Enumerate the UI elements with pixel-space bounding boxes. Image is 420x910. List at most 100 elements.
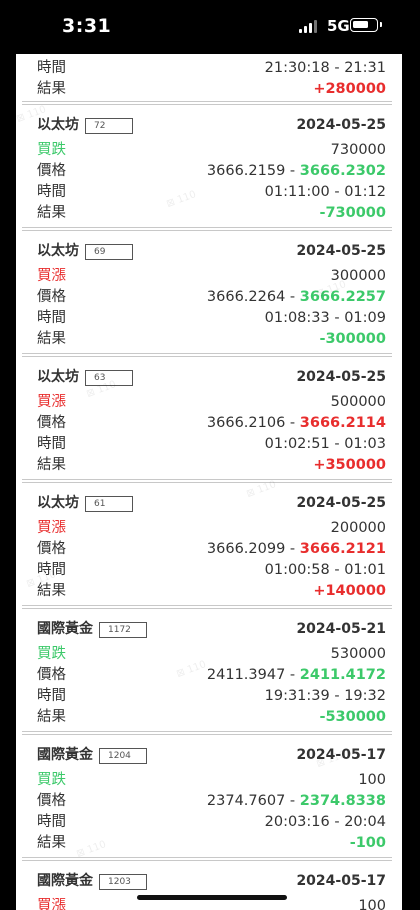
price-value: 3666.2159 - 3666.2302 — [206, 163, 386, 179]
time-value: 01:11:00 - 01:12 — [264, 184, 386, 200]
amount-value: 300000 — [330, 268, 386, 284]
result-label: 結果 — [37, 457, 66, 473]
status-bar: 3:31 5G — [0, 0, 420, 54]
trade-date: 2024-05-17 — [296, 747, 386, 763]
direction-row: 買跌 100 — [37, 770, 386, 790]
result-label: 結果 — [37, 835, 66, 851]
time-row: 時間 20:03:16 - 20:04 — [37, 812, 386, 832]
trade-id-badge: 61 — [85, 496, 133, 512]
result-value: -730000 — [319, 205, 386, 221]
direction-row: 買漲 500000 — [37, 392, 386, 412]
asset-name: 以太坊 — [37, 243, 79, 259]
time-row: 時間 21:30:18 - 21:31 — [37, 58, 386, 78]
direction-label: 買跌 — [37, 772, 66, 788]
trade-header: 以太坊 72 2024-05-25 — [37, 115, 386, 135]
result-row: 結果 +350000 — [37, 455, 386, 475]
network-label: 5G — [327, 17, 350, 35]
trade-card[interactable]: 國際黃金 1204 2024-05-17 買跌 100 價格 2374.7607… — [16, 737, 402, 863]
trade-id-badge: 63 — [85, 370, 133, 386]
price-row: 價格 3666.2099 - 3666.2121 — [37, 539, 386, 559]
price-open: 3666.2106 — [206, 415, 286, 431]
time-row: 時間 01:11:00 - 01:12 — [37, 182, 386, 202]
result-value: +350000 — [313, 457, 386, 473]
asset-name: 國際黃金 — [37, 621, 93, 637]
time-row: 時間 01:08:33 - 01:09 — [37, 308, 386, 328]
signal-icon — [299, 20, 319, 33]
trade-card-partial-top: 時間 21:30:18 - 21:31 結果 +280000 — [16, 54, 402, 106]
trade-header: 國際黃金 1172 2024-05-21 — [37, 619, 386, 639]
time-row: 時間 19:31:39 - 19:32 — [37, 686, 386, 706]
divider — [22, 227, 392, 231]
result-label: 結果 — [37, 709, 66, 725]
divider — [22, 479, 392, 483]
trade-card[interactable]: 國際黃金 1203 2024-05-17 買漲 100 — [16, 863, 402, 910]
direction-label: 買漲 — [37, 268, 66, 284]
battery-icon — [350, 18, 382, 32]
direction-row: 買跌 730000 — [37, 140, 386, 160]
trade-id-badge: 1172 — [99, 622, 147, 638]
trade-card[interactable]: 以太坊 61 2024-05-25 買漲 200000 價格 3666.2099… — [16, 485, 402, 611]
direction-row: 買漲 200000 — [37, 518, 386, 538]
time-label: 時間 — [37, 562, 66, 578]
price-row: 價格 2411.3947 - 2411.4172 — [37, 665, 386, 685]
price-open: 3666.2159 — [206, 163, 286, 179]
result-row: 結果 -530000 — [37, 707, 386, 727]
direction-label: 買漲 — [37, 898, 66, 910]
time-value: 01:00:58 - 01:01 — [264, 562, 386, 578]
price-value: 3666.2264 - 3666.2257 — [206, 289, 386, 305]
time-value: 20:03:16 - 20:04 — [264, 814, 386, 830]
direction-row: 買漲 300000 — [37, 266, 386, 286]
result-label: 結果 — [37, 583, 66, 599]
direction-label: 買漲 — [37, 394, 66, 410]
result-row: 結果 +280000 — [37, 79, 386, 99]
price-open: 3666.2099 — [206, 541, 286, 557]
trade-id-badge: 69 — [85, 244, 133, 260]
price-label: 價格 — [37, 163, 66, 179]
time-label: 時間 — [37, 60, 66, 76]
result-value: -530000 — [319, 709, 386, 725]
trade-header: 國際黃金 1204 2024-05-17 — [37, 745, 386, 765]
price-row: 價格 3666.2264 - 3666.2257 — [37, 287, 386, 307]
asset-name: 國際黃金 — [37, 873, 93, 889]
trade-date: 2024-05-25 — [296, 117, 386, 133]
status-time: 3:31 — [62, 15, 112, 37]
trade-date: 2024-05-25 — [296, 243, 386, 259]
result-value: -100 — [349, 835, 386, 851]
divider — [22, 605, 392, 609]
time-label: 時間 — [37, 184, 66, 200]
price-label: 價格 — [37, 793, 66, 809]
trade-card[interactable]: 國際黃金 1172 2024-05-21 買跌 530000 價格 2411.3… — [16, 611, 402, 737]
price-close: 2374.8338 — [299, 793, 386, 809]
trade-card[interactable]: 以太坊 63 2024-05-25 買漲 500000 價格 3666.2106… — [16, 359, 402, 485]
trade-header: 以太坊 63 2024-05-25 — [37, 367, 386, 387]
price-value: 2374.7607 - 2374.8338 — [206, 793, 386, 809]
price-close: 2411.4172 — [299, 667, 386, 683]
time-label: 時間 — [37, 310, 66, 326]
asset-name: 國際黃金 — [37, 747, 93, 763]
price-label: 價格 — [37, 289, 66, 305]
result-value: +140000 — [313, 583, 386, 599]
trade-card[interactable]: 以太坊 69 2024-05-25 買漲 300000 價格 3666.2264… — [16, 233, 402, 359]
amount-value: 100 — [358, 772, 386, 788]
price-value: 2411.3947 - 2411.4172 — [206, 667, 386, 683]
result-label: 結果 — [37, 331, 66, 347]
trade-date: 2024-05-21 — [296, 621, 386, 637]
amount-value: 500000 — [330, 394, 386, 410]
trade-date: 2024-05-17 — [296, 873, 386, 889]
amount-value: 100 — [358, 898, 386, 910]
divider — [22, 353, 392, 357]
asset-name: 以太坊 — [37, 117, 79, 133]
price-open: 2374.7607 — [206, 793, 286, 809]
home-indicator[interactable] — [137, 895, 287, 900]
trade-id-badge: 1204 — [99, 748, 147, 764]
trade-date: 2024-05-25 — [296, 495, 386, 511]
time-value: 01:02:51 - 01:03 — [264, 436, 386, 452]
direction-label: 買漲 — [37, 520, 66, 536]
time-value: 01:08:33 - 01:09 — [264, 310, 386, 326]
asset-name: 以太坊 — [37, 369, 79, 385]
price-close: 3666.2114 — [299, 415, 386, 431]
amount-value: 730000 — [330, 142, 386, 158]
trade-history-list[interactable]: 時間 21:30:18 - 21:31 結果 +280000 以太坊 72 20… — [16, 54, 402, 910]
trade-card[interactable]: 以太坊 72 2024-05-25 買跌 730000 價格 3666.2159… — [16, 107, 402, 233]
divider — [22, 857, 392, 861]
